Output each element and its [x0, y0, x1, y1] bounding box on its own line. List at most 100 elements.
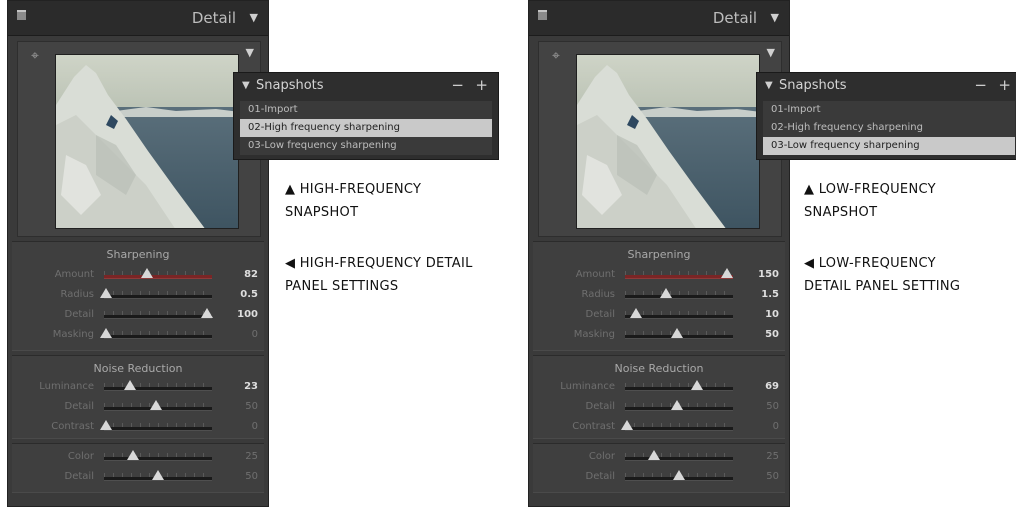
slider-value[interactable]: 50: [765, 329, 779, 340]
add-snapshot-button[interactable]: +: [998, 76, 1011, 94]
preview-image[interactable]: [55, 54, 239, 229]
snapshot-item[interactable]: 02-High frequency sharpening: [240, 119, 492, 137]
slider-thumb-icon[interactable]: [200, 308, 213, 318]
slider-thumb-icon[interactable]: [670, 328, 683, 338]
target-adjust-icon[interactable]: ⌖: [27, 48, 43, 64]
slider-thumb-icon[interactable]: [100, 288, 113, 298]
slider-thumb-icon[interactable]: [123, 380, 136, 390]
caption-line: DETAIL PANEL SETTING: [804, 279, 961, 294]
target-adjust-icon[interactable]: ⌖: [548, 48, 564, 64]
snapshots-title: Snapshots: [779, 78, 847, 93]
slider-value[interactable]: 82: [244, 269, 258, 280]
panel-switch-icon[interactable]: [538, 10, 547, 20]
slider-value[interactable]: 25: [766, 451, 779, 462]
panel-title: Detail: [191, 9, 236, 27]
detail-slider-track[interactable]: [104, 470, 212, 481]
slider-label: Color: [67, 451, 94, 462]
slider-value[interactable]: 10: [765, 309, 779, 320]
color-slider-track[interactable]: [625, 450, 733, 461]
slider-thumb-icon[interactable]: [621, 420, 634, 430]
snapshot-item[interactable]: 03-Low frequency sharpening: [763, 137, 1015, 155]
sharpening-section: Sharpening Amount 150 Radius 1.5 Detail 10 Mask…: [533, 241, 785, 351]
add-snapshot-button[interactable]: +: [475, 76, 488, 94]
sharpening-row-detail: Detail 10: [533, 308, 785, 324]
slider-thumb-icon[interactable]: [720, 268, 733, 278]
panel-header[interactable]: Detail ▼: [8, 1, 268, 36]
slider-thumb-icon[interactable]: [629, 308, 642, 318]
slider-label: Radius: [581, 289, 615, 300]
expand-triangle-icon[interactable]: ▼: [765, 80, 773, 91]
noise-row-detail: Detail 50: [12, 400, 264, 416]
amount-slider-track[interactable]: [104, 268, 212, 279]
detail-slider-track[interactable]: [625, 400, 733, 411]
preview-image[interactable]: [576, 54, 760, 229]
contrast-slider-track[interactable]: [621, 420, 733, 431]
slider-value[interactable]: 50: [245, 401, 258, 412]
slider-thumb-icon[interactable]: [152, 470, 164, 480]
slider-value[interactable]: 150: [758, 269, 779, 280]
slider-value[interactable]: 0: [773, 421, 779, 432]
slider-value[interactable]: 25: [245, 451, 258, 462]
masking-slider-track[interactable]: [625, 328, 733, 339]
slider-label: Luminance: [560, 381, 615, 392]
luminance-slider-track[interactable]: [104, 380, 212, 391]
slider-value[interactable]: 0: [252, 421, 258, 432]
slider-value[interactable]: 50: [245, 471, 258, 482]
amount-slider-track[interactable]: [625, 268, 733, 279]
color-slider-track[interactable]: [104, 450, 212, 461]
slider-thumb-icon[interactable]: [648, 450, 661, 460]
slider-thumb-icon[interactable]: [100, 420, 113, 430]
slider-thumb-icon[interactable]: [141, 268, 154, 278]
collapse-triangle-icon[interactable]: ▼: [771, 11, 779, 24]
slider-thumb-icon[interactable]: [149, 400, 162, 410]
slider-value[interactable]: 0.5: [240, 289, 258, 300]
snapshots-header[interactable]: ▼ Snapshots − +: [757, 73, 1016, 99]
radius-slider-track[interactable]: [625, 288, 733, 299]
panel-header[interactable]: Detail ▼: [529, 1, 789, 36]
slider-value[interactable]: 50: [766, 471, 779, 482]
slider-value[interactable]: 23: [244, 381, 258, 392]
slider-value[interactable]: 100: [237, 309, 258, 320]
radius-slider-track[interactable]: [100, 288, 212, 299]
slider-value[interactable]: 0: [252, 329, 258, 340]
photo-preview-iceberg: [56, 55, 238, 228]
detail-slider-track[interactable]: [625, 470, 733, 481]
snapshots-header[interactable]: ▼ Snapshots − +: [234, 73, 498, 99]
slider-label: Contrast: [51, 421, 94, 432]
slider-value[interactable]: 50: [766, 401, 779, 412]
detail-slider-track[interactable]: [625, 308, 733, 319]
slider-thumb-icon[interactable]: [660, 288, 673, 298]
expand-triangle-icon[interactable]: ▼: [242, 80, 250, 91]
slider-thumb-icon[interactable]: [673, 470, 685, 480]
slider-ticks: [104, 311, 212, 315]
panel-title: Detail: [712, 9, 757, 27]
slider-thumb-icon[interactable]: [670, 400, 683, 410]
preview-collapse-icon[interactable]: ▼: [767, 46, 775, 59]
color-row-color: Color 25: [12, 450, 264, 466]
remove-snapshot-button[interactable]: −: [974, 76, 987, 94]
collapse-triangle-icon[interactable]: ▼: [250, 11, 258, 24]
remove-snapshot-button[interactable]: −: [451, 76, 464, 94]
slider-thumb-icon[interactable]: [127, 450, 140, 460]
caption-line: SNAPSHOT: [804, 205, 878, 220]
preview-collapse-icon[interactable]: ▼: [246, 46, 254, 59]
caption-line: ◀ LOW-FREQUENCY: [804, 256, 936, 271]
panel-switch-icon[interactable]: [17, 10, 26, 20]
snapshot-item[interactable]: 03-Low frequency sharpening: [240, 137, 492, 155]
caption-line: ▲ LOW-FREQUENCY: [804, 182, 936, 197]
masking-slider-track[interactable]: [100, 328, 212, 339]
slider-thumb-icon[interactable]: [691, 380, 704, 390]
slider-thumb-icon[interactable]: [100, 328, 113, 338]
slider-label: Masking: [573, 329, 615, 340]
sharpening-section: Sharpening Amount 82 Radius 0.5 Detail 100 Mask…: [12, 241, 264, 351]
snapshot-item[interactable]: 01-Import: [763, 101, 1015, 119]
slider-value[interactable]: 69: [765, 381, 779, 392]
luminance-slider-track[interactable]: [625, 380, 733, 391]
detail-slider-track[interactable]: [104, 308, 213, 319]
detail-slider-track[interactable]: [104, 400, 212, 411]
slider-value[interactable]: 1.5: [761, 289, 779, 300]
contrast-slider-track[interactable]: [100, 420, 212, 431]
snapshot-item[interactable]: 02-High frequency sharpening: [763, 119, 1015, 137]
slider-label: Detail: [585, 309, 615, 320]
snapshot-item[interactable]: 01-Import: [240, 101, 492, 119]
